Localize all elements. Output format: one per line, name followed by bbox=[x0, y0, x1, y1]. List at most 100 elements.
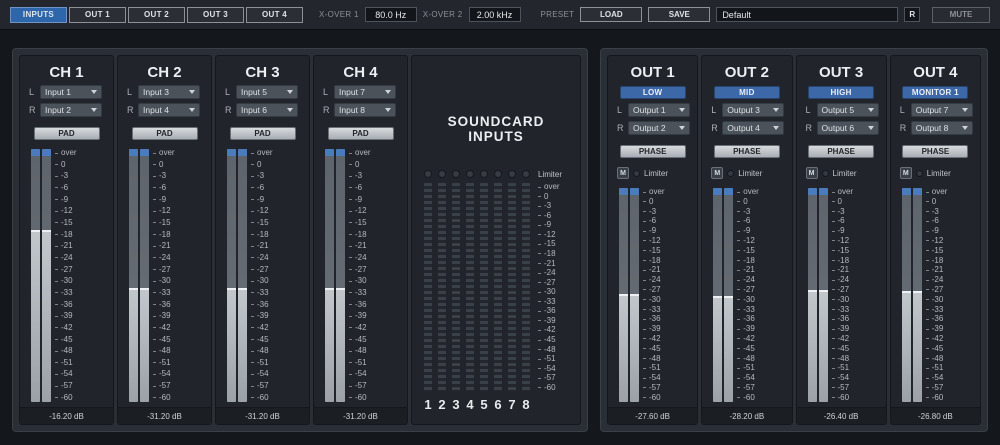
left-input-select[interactable]: Input 1 bbox=[40, 85, 102, 99]
preset-controls: PRESET LOAD SAVE R bbox=[541, 7, 921, 22]
scale-label: over bbox=[538, 183, 568, 191]
meter-bar-left bbox=[129, 149, 138, 402]
mute-channel-button[interactable]: M bbox=[899, 167, 912, 179]
phase-button[interactable]: PHASE bbox=[619, 145, 686, 158]
left-output-select[interactable]: Output 7 bbox=[910, 103, 973, 117]
tab-out-3[interactable]: OUT 3 bbox=[187, 6, 244, 23]
limiter-label: Limiter bbox=[538, 170, 563, 179]
scale-label: 0 bbox=[832, 197, 854, 206]
scale-label: 0 bbox=[153, 160, 175, 169]
scale-label: -6 bbox=[737, 217, 759, 225]
right-output-select[interactable]: Output 4 bbox=[722, 121, 785, 135]
meter-bar-left bbox=[325, 149, 334, 402]
scale-label: -12 bbox=[737, 236, 759, 245]
scale-label: -45 bbox=[926, 344, 948, 353]
scale-label: -12 bbox=[153, 207, 175, 215]
pad-button[interactable]: PAD bbox=[131, 127, 198, 140]
pad-button[interactable]: PAD bbox=[33, 127, 100, 140]
left-output-select[interactable]: Output 5 bbox=[816, 103, 879, 117]
scale-label: -6 bbox=[55, 183, 77, 192]
scale-label: -33 bbox=[926, 305, 948, 314]
chevron-down-icon bbox=[679, 108, 685, 112]
scale-label: -21 bbox=[926, 266, 948, 274]
meter-bar-left bbox=[901, 188, 911, 402]
scale-label: over bbox=[926, 188, 948, 196]
scale-label: -30 bbox=[251, 277, 273, 285]
tab-inputs[interactable]: INPUTS bbox=[10, 6, 67, 23]
meter-bar-right bbox=[630, 188, 639, 402]
scale-label: -48 bbox=[643, 354, 665, 363]
tab-out-1[interactable]: OUT 1 bbox=[69, 6, 126, 23]
scale-label: 0 bbox=[737, 197, 759, 206]
right-output-select[interactable]: Output 2 bbox=[628, 121, 690, 135]
right-input-select[interactable]: Input 8 bbox=[334, 103, 396, 117]
level-readout: -31.20 dB bbox=[314, 407, 407, 424]
left-output-select[interactable]: Output 1 bbox=[628, 103, 690, 117]
scale-label: 0 bbox=[643, 197, 665, 206]
led-indicator bbox=[522, 170, 530, 178]
band-badge: HIGH bbox=[808, 86, 875, 99]
scale-label: -54 bbox=[643, 374, 665, 382]
xover1-frequency-value[interactable]: 80.0 Hz bbox=[364, 7, 417, 22]
meter-bar-right bbox=[912, 188, 922, 402]
scale-label: -33 bbox=[153, 288, 175, 297]
meter-scale: over 0 -3 -6 -9 -12 -15 -18 -21 -24 -27 -30 -33 -36 -3… bbox=[538, 183, 568, 392]
scale-label: -18 bbox=[832, 256, 854, 265]
main-area: CH 1 L Input 1 R Input 2 PAD over 0 -3 -… bbox=[0, 30, 1000, 445]
right-output-select[interactable]: Output 8 bbox=[910, 121, 973, 135]
load-button[interactable]: LOAD bbox=[580, 7, 643, 22]
chevron-down-icon bbox=[867, 126, 874, 130]
scale-label: -15 bbox=[55, 218, 77, 227]
scale-label: -18 bbox=[737, 256, 759, 265]
pad-button[interactable]: PAD bbox=[229, 127, 296, 140]
xover2-label: X-OVER 2 bbox=[422, 10, 463, 19]
tab-out-2[interactable]: OUT 2 bbox=[128, 6, 185, 23]
soundcard-meter-bar bbox=[494, 183, 502, 392]
meter-bars bbox=[227, 149, 247, 402]
xover2-frequency-value[interactable]: 2.00 kHz bbox=[468, 7, 521, 22]
scale-label: -30 bbox=[737, 295, 759, 304]
phase-button[interactable]: PHASE bbox=[713, 145, 780, 158]
right-output-select[interactable]: Output 6 bbox=[816, 121, 879, 135]
scale-label: -60 bbox=[55, 393, 77, 402]
phase-button[interactable]: PHASE bbox=[808, 145, 875, 158]
level-readout: -31.20 dB bbox=[216, 407, 309, 424]
mute-button[interactable]: MUTE bbox=[932, 6, 990, 23]
right-input-select[interactable]: Input 2 bbox=[40, 103, 102, 117]
scale-label: -36 bbox=[737, 315, 759, 323]
scale-label: -60 bbox=[832, 393, 854, 402]
left-input-select[interactable]: Input 7 bbox=[334, 85, 396, 99]
right-input-select[interactable]: Input 6 bbox=[236, 103, 298, 117]
left-output-select[interactable]: Output 3 bbox=[722, 103, 785, 117]
mute-channel-button[interactable]: M bbox=[805, 167, 818, 179]
level-readout: -28.20 dB bbox=[702, 407, 792, 424]
input-channel-strip-1: CH 1 L Input 1 R Input 2 PAD over 0 -3 -… bbox=[19, 55, 114, 425]
input-channel-strip-2: CH 2 L Input 3 R Input 4 PAD over 0 -3 -… bbox=[117, 55, 212, 425]
soundcard-channel-number: 1 bbox=[424, 397, 432, 412]
pad-button[interactable]: PAD bbox=[327, 127, 394, 140]
mute-channel-button[interactable]: M bbox=[617, 167, 629, 179]
scale-label: -60 bbox=[251, 393, 273, 402]
left-input-select[interactable]: Input 3 bbox=[138, 85, 200, 99]
phase-button[interactable]: PHASE bbox=[902, 145, 969, 158]
scale-label: -36 bbox=[538, 307, 568, 315]
left-input-select[interactable]: Input 5 bbox=[236, 85, 298, 99]
meter-bars bbox=[713, 188, 734, 402]
scale-label: -18 bbox=[349, 230, 371, 239]
select-value: Output 6 bbox=[821, 123, 855, 133]
soundcard-channel-number: 8 bbox=[522, 397, 530, 412]
limiter-led bbox=[821, 169, 829, 177]
scale-label: -3 bbox=[55, 172, 77, 180]
scale-label: -51 bbox=[737, 364, 759, 372]
meter-scale: over 0 -3 -6 -9 -12 -15 -18 -21 -24 -27 -30 -33 -36 -3… bbox=[55, 149, 77, 402]
scale-label: over bbox=[153, 149, 175, 157]
mute-channel-button[interactable]: M bbox=[711, 167, 724, 179]
preset-name-input[interactable] bbox=[716, 7, 899, 22]
save-button[interactable]: SAVE bbox=[648, 7, 711, 22]
tab-out-4[interactable]: OUT 4 bbox=[246, 6, 303, 23]
right-input-select[interactable]: Input 4 bbox=[138, 103, 200, 117]
scale-label: -45 bbox=[538, 336, 568, 344]
reset-button[interactable]: R bbox=[904, 7, 921, 22]
right-input-row: R Input 8 bbox=[314, 103, 407, 117]
select-value: Output 8 bbox=[915, 123, 949, 133]
